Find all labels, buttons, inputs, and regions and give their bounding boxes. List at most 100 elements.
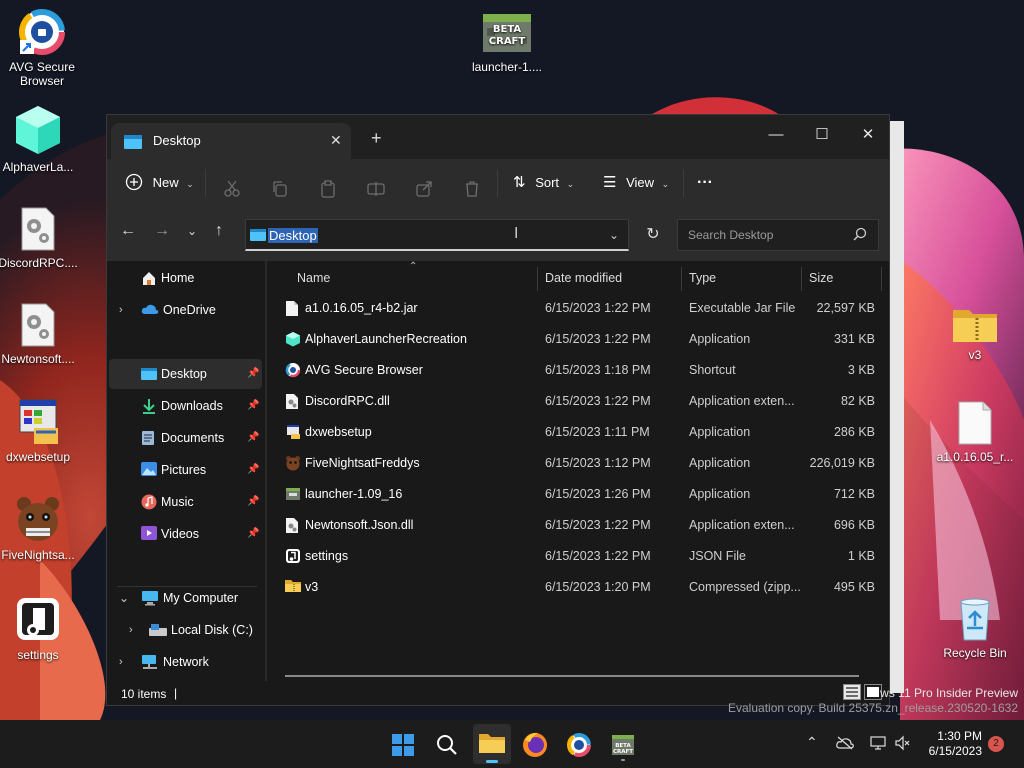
copy-icon[interactable] xyxy=(271,175,289,203)
pin-icon[interactable]: 📌 xyxy=(247,391,259,421)
search-input[interactable] xyxy=(686,227,850,243)
desktop-icon-discordrpc[interactable]: DiscordRPC.... xyxy=(0,206,80,270)
notification-badge[interactable]: 2 xyxy=(988,736,1004,752)
file-name: AVG Secure Browser xyxy=(305,363,423,377)
drive-icon xyxy=(149,624,167,636)
rename-icon[interactable] xyxy=(367,175,385,203)
nav-item-network[interactable]: › Network xyxy=(109,647,262,677)
file-row[interactable]: AVG Secure Browser 6/15/2023 1:18 PM Sho… xyxy=(283,355,881,386)
file-row[interactable]: Newtonsoft.Json.dll 6/15/2023 1:22 PM Ap… xyxy=(283,510,881,541)
title-bar[interactable]: Desktop ✕ + — ☐ ✕ xyxy=(107,115,889,159)
avg-browser-icon[interactable] xyxy=(562,728,596,762)
launcher-icon[interactable]: BETA CRAFT xyxy=(606,728,640,762)
desktop-icon-alphaver[interactable]: AlphaverLa... xyxy=(0,104,80,174)
desktop-icon-dxwebsetup[interactable]: dxwebsetup xyxy=(0,398,80,464)
column-header-date[interactable]: Date modified xyxy=(545,271,622,285)
close-window-button[interactable]: ✕ xyxy=(853,121,883,149)
pin-icon[interactable]: 📌 xyxy=(247,423,259,453)
recent-locations-chevron-icon[interactable]: ⌄ xyxy=(187,224,197,238)
nav-item-desktop[interactable]: Desktop 📌 xyxy=(109,359,262,389)
minimize-button[interactable]: — xyxy=(761,121,791,149)
desktop-icon-newtonsoft[interactable]: Newtonsoft.... xyxy=(0,302,80,366)
nav-item-pictures[interactable]: Pictures 📌 xyxy=(109,455,262,485)
paste-icon[interactable] xyxy=(319,175,337,203)
up-arrow-icon[interactable]: ↑ xyxy=(215,222,223,240)
network-monitor-icon[interactable] xyxy=(870,735,886,751)
new-tab-button[interactable]: + xyxy=(371,128,382,149)
start-windows-icon[interactable] xyxy=(386,728,420,762)
pin-icon[interactable]: 📌 xyxy=(247,455,259,485)
column-header-size[interactable]: Size xyxy=(809,271,833,285)
desktop-icon-avg-browser[interactable]: AVG Secure Browser xyxy=(0,8,84,88)
maximize-button[interactable]: ☐ xyxy=(807,121,837,149)
column-header-type[interactable]: Type xyxy=(689,271,716,285)
pin-icon[interactable]: 📌 xyxy=(247,487,259,517)
search-icon[interactable] xyxy=(430,728,464,762)
delete-icon[interactable] xyxy=(463,175,481,203)
file-row[interactable]: settings 6/15/2023 1:22 PM JSON File 1 K… xyxy=(283,541,881,572)
sort-button[interactable]: ⇅ Sort ⌄ xyxy=(513,169,574,197)
address-bar[interactable]: Desktop I xyxy=(245,219,629,251)
file-explorer-taskbar-button[interactable] xyxy=(473,724,511,764)
file-explorer-window[interactable]: Desktop ✕ + — ☐ ✕ New ⌄ ⇅ Sort ⌄ ☰ View … xyxy=(106,114,890,706)
tray-chevron-up-icon[interactable]: ⌃ xyxy=(806,734,818,751)
back-arrow-icon[interactable]: ← xyxy=(120,222,136,240)
file-type: JSON File xyxy=(689,549,746,563)
file-row[interactable]: a1.0.16.05_r4-b2.jar 6/15/2023 1:22 PM E… xyxy=(283,293,881,324)
onedrive-offline-icon[interactable] xyxy=(836,736,854,750)
nav-item-onedrive[interactable]: › OneDrive xyxy=(109,295,262,325)
avg-browser-icon xyxy=(285,362,301,378)
file-name: settings xyxy=(305,549,349,563)
file-row[interactable]: AlphaverLauncherRecreation 6/15/2023 1:2… xyxy=(283,324,881,355)
refresh-icon[interactable]: ↻ xyxy=(635,219,671,251)
file-row[interactable]: dxwebsetup 6/15/2023 1:11 PM Application… xyxy=(283,417,881,448)
column-header-name[interactable]: Name xyxy=(297,271,330,285)
file-row[interactable]: DiscordRPC.dll 6/15/2023 1:22 PM Applica… xyxy=(283,386,881,417)
chevron-down-icon[interactable]: ⌄ xyxy=(119,583,129,613)
view-button[interactable]: ☰ View ⌄ xyxy=(603,169,669,197)
address-path-selected[interactable]: Desktop xyxy=(268,228,318,243)
horizontal-scrollbar[interactable] xyxy=(285,675,859,677)
desktop-icon-fnaf[interactable]: FiveNightsa... xyxy=(0,494,80,562)
nav-item-home[interactable]: Home xyxy=(109,263,262,293)
file-row[interactable]: launcher-1.09_16 6/15/2023 1:26 PM Appli… xyxy=(283,479,881,510)
tab-desktop[interactable]: Desktop ✕ xyxy=(111,123,351,159)
desktop-folder-icon xyxy=(124,135,142,149)
volume-muted-icon[interactable] xyxy=(894,735,910,751)
close-tab-icon[interactable]: ✕ xyxy=(330,132,342,149)
desktop-icon-launcher[interactable]: BETA CRAFT launcher-1.... xyxy=(465,8,549,74)
system-clock[interactable]: 1:30 PM 6/15/2023 xyxy=(918,729,982,759)
more-options-button[interactable]: ··· xyxy=(697,169,713,197)
desktop-icon-settings[interactable]: settings xyxy=(0,594,80,662)
chevron-right-icon[interactable]: › xyxy=(129,615,133,645)
forward-arrow-icon[interactable]: → xyxy=(154,222,170,240)
desktop-icon-recycle-bin[interactable]: Recycle Bin xyxy=(933,596,1017,660)
nav-item-music[interactable]: Music 📌 xyxy=(109,487,262,517)
firefox-icon[interactable] xyxy=(518,728,552,762)
file-icon xyxy=(958,401,992,445)
address-history-chevron-icon[interactable]: ⌄ xyxy=(597,219,631,251)
column-divider[interactable] xyxy=(537,267,538,291)
pin-icon[interactable]: 📌 xyxy=(247,359,259,389)
file-row[interactable]: FiveNightsatFreddys 6/15/2023 1:12 PM Ap… xyxy=(283,448,881,479)
new-button[interactable]: New ⌄ xyxy=(125,169,194,197)
column-divider[interactable] xyxy=(881,267,882,291)
nav-item-local-disk[interactable]: › Local Disk (C:) xyxy=(109,615,262,645)
active-indicator xyxy=(486,760,498,763)
cut-icon[interactable] xyxy=(223,175,241,203)
chevron-right-icon[interactable]: › xyxy=(119,647,123,677)
desktop-icon-label: Recycle Bin xyxy=(943,646,1007,660)
desktop-icon-jar[interactable]: a1.0.16.05_r... xyxy=(933,400,1017,464)
pin-icon[interactable]: 📌 xyxy=(247,519,259,549)
nav-item-videos[interactable]: Videos 📌 xyxy=(109,519,262,549)
desktop-icon-v3[interactable]: v3 xyxy=(933,304,1017,362)
file-row[interactable]: v3 6/15/2023 1:20 PM Compressed (zipp...… xyxy=(283,572,881,603)
share-icon[interactable] xyxy=(415,175,433,203)
nav-item-downloads[interactable]: Downloads 📌 xyxy=(109,391,262,421)
search-box[interactable] xyxy=(677,219,879,251)
nav-item-my-computer[interactable]: ⌄ My Computer xyxy=(109,583,262,613)
column-divider[interactable] xyxy=(801,267,802,291)
column-divider[interactable] xyxy=(681,267,682,291)
nav-item-documents[interactable]: Documents 📌 xyxy=(109,423,262,453)
chevron-right-icon[interactable]: › xyxy=(119,295,123,325)
